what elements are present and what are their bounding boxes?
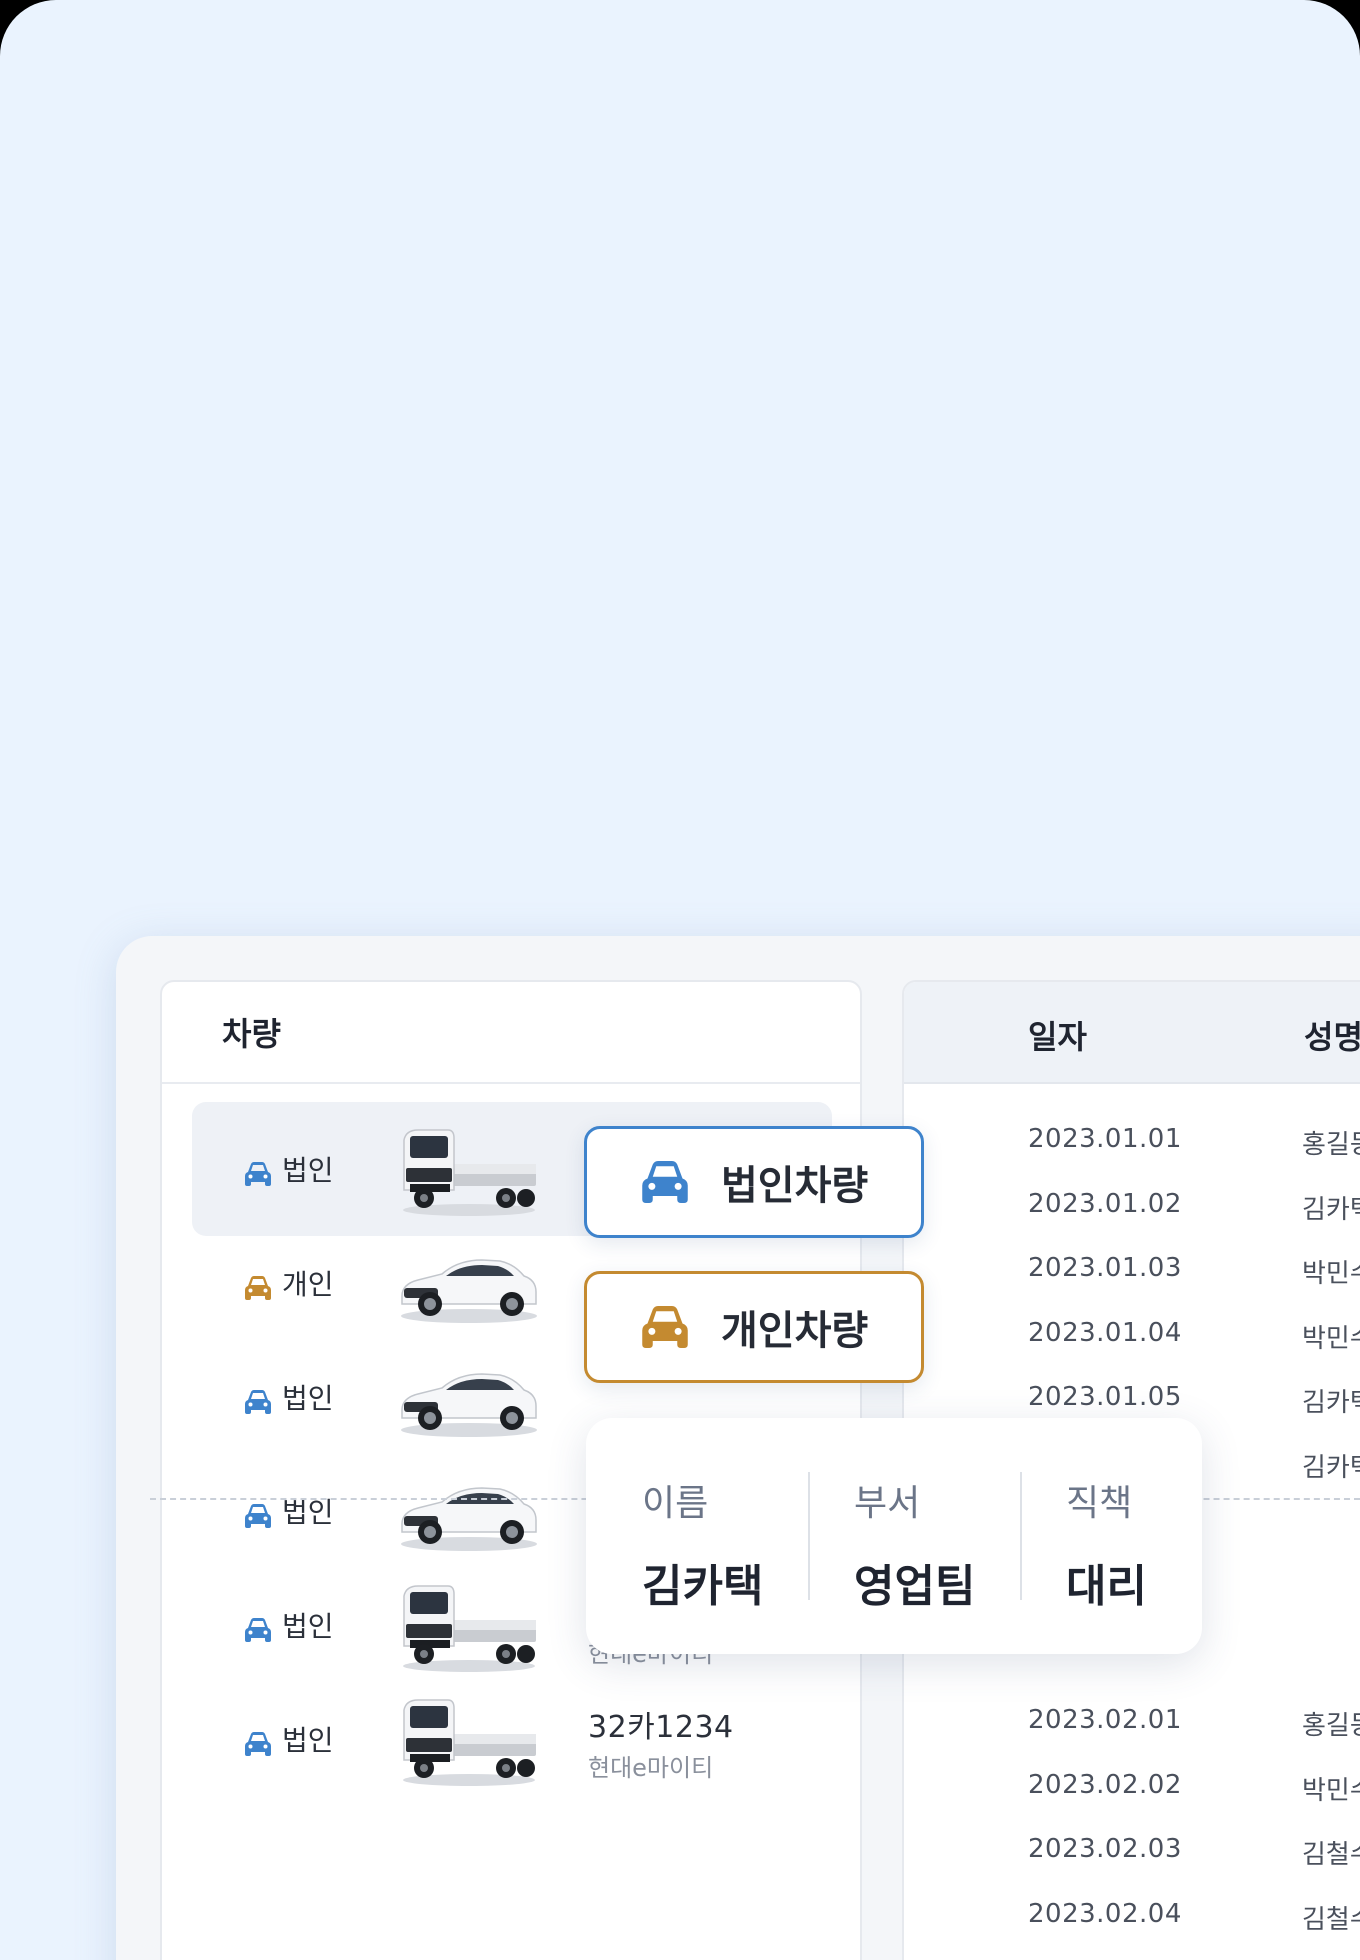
vehicle-type: 법인 [242,1672,334,1806]
sedan-photo [401,1487,537,1551]
car-icon [642,1306,688,1348]
vehicle-type-label: 법인 [282,1154,334,1187]
car-icon [245,1276,271,1300]
truck-photo [403,1699,536,1786]
truck-photo [403,1585,536,1672]
record-name: 김철수 [1302,1840,1360,1870]
car-icon [245,1390,271,1414]
car-icon [245,1618,271,1642]
info-department-label: 부서 [854,1483,921,1524]
record-name: 홍길동 [1302,1130,1360,1160]
car-icon [245,1162,271,1186]
record-name: 홍길동 [1302,1711,1360,1741]
info-position: 직책 대리 [1066,1474,1147,1614]
record-row[interactable]: 2023.02.04 김철수 [904,1887,1360,1951]
vehicle-model: 현대e마이티 [588,1754,714,1782]
info-department-value: 영업팀 [854,1561,976,1612]
sedan-photo [401,1259,537,1323]
record-date: 2023.01.05 [1028,1382,1182,1412]
vehicle-type-label: 법인 [282,1610,334,1643]
record-row[interactable]: 2023.02.01 홍길동 [904,1693,1360,1757]
column-header-name[interactable]: 성명 [1304,1012,1360,1058]
record-name: 김카택 [1302,1452,1360,1483]
info-name-value: 김카택 [642,1561,764,1612]
corporate-vehicle-badge[interactable]: 법인차량 [584,1126,924,1238]
record-date: 2023.01.04 [1028,1317,1182,1348]
record-row[interactable]: 2023.01.02 김카택 [904,1177,1360,1241]
record-name: 박민수 [1302,1775,1360,1806]
record-name: 박민수 [1302,1323,1360,1354]
record-date: 2023.01.02 [1028,1188,1182,1219]
info-name: 이름 김카택 [642,1474,763,1614]
record-date: 2023.02.01 [1028,1705,1182,1735]
truck-photo [403,1129,536,1216]
record-name: 박민수 [1302,1259,1360,1289]
vehicle-list-title: 차량 [222,1015,281,1053]
record-row[interactable]: 2023.01.04 박민수 [904,1306,1360,1370]
record-row[interactable]: 2023.01.01 홍길동 [904,1112,1360,1176]
record-date: 2023.01.01 [1028,1124,1182,1154]
record-row[interactable]: 2023.01.03 박민수 [904,1241,1360,1305]
record-name: 김카택 [1302,1194,1360,1225]
info-name-label: 이름 [642,1483,709,1524]
personal-vehicle-badge[interactable]: 개인차량 [584,1271,924,1383]
driver-info-card: 이름 김카택 부서 영업팀 직책 대리 [586,1418,1202,1654]
personal-vehicle-label: 개인차량 [721,1308,869,1354]
info-position-label: 직책 [1066,1483,1133,1524]
sedan-photo [401,1373,537,1437]
info-separator [808,1472,810,1600]
vehicle-list-header: 차량 [162,982,860,1084]
column-header-date[interactable]: 일자 [1028,1012,1087,1058]
vehicle-type-label: 법인 [282,1496,334,1529]
vehicle-row[interactable]: 법인 32카1234 현대e마이티 [192,1672,832,1806]
record-row[interactable]: 2023.02.03 김철수 [904,1822,1360,1886]
car-icon [642,1161,688,1203]
vehicle-type-label: 개인 [282,1268,334,1301]
record-row[interactable]: 2023.02.05홍길동 [904,1951,1360,1960]
vehicle-plate: 32카1234 [588,1710,734,1745]
record-date: 2023.01.03 [1028,1253,1182,1283]
car-icon [245,1732,271,1756]
records-header: 일자 성명 [904,982,1360,1084]
corporate-vehicle-label: 법인차량 [721,1163,869,1209]
record-date: 2023.02.04 [1028,1898,1182,1929]
record-name: 김철수 [1302,1904,1360,1935]
record-date: 2023.02.03 [1028,1834,1182,1864]
info-position-value: 대리 [1066,1561,1147,1612]
record-row[interactable]: 2023.02.02 박민수 [904,1758,1360,1822]
vehicle-type-label: 법인 [282,1724,334,1757]
record-date: 2023.02.02 [1028,1769,1182,1800]
vehicle-type-label: 법인 [282,1382,334,1415]
record-name: 김카택 [1302,1388,1360,1418]
car-icon [245,1504,271,1528]
info-department: 부서 영업팀 [854,1474,975,1614]
info-separator [1020,1472,1022,1600]
